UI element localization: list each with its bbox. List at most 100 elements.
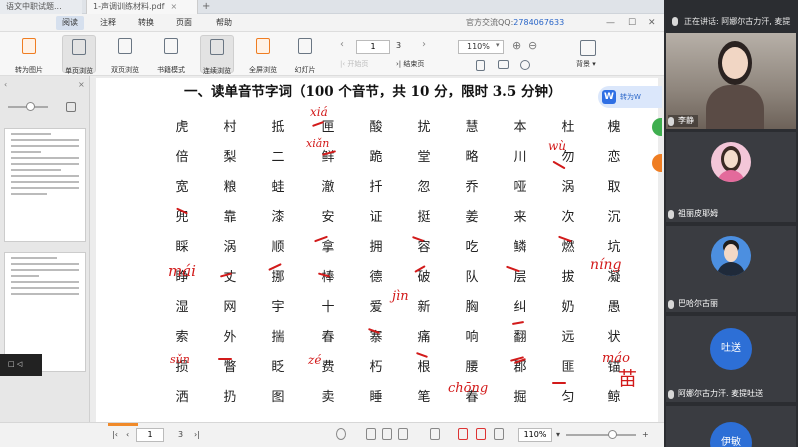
background-icon[interactable] (580, 40, 596, 56)
grid-character: 眨 (271, 360, 285, 375)
grid-character: 队 (465, 270, 479, 285)
tool-label: 单页浏览 (65, 67, 93, 75)
single-page-button[interactable]: 单页浏览 (62, 35, 96, 75)
support-qq-number: 2784067633 (513, 18, 565, 27)
grid-character: 堂 (417, 150, 431, 165)
thumbnail-view-icon[interactable] (66, 102, 76, 112)
participant-tile[interactable]: 吐送 阿娜尔古力汗. 麦提吐送 (666, 316, 796, 402)
double-page-icon (118, 38, 132, 54)
prev-page-icon[interactable]: ‹ (340, 39, 344, 50)
tool-label: 全屏浏览 (249, 66, 277, 74)
end-page-button[interactable]: ›| 结束页 (396, 59, 424, 69)
close-window-icon[interactable]: ✕ (648, 16, 656, 30)
participant-tile[interactable]: 巴哈尔古丽 (666, 226, 796, 312)
continuous-icon (210, 39, 224, 55)
chevron-down-icon[interactable]: ▾ (496, 41, 500, 49)
grid-character: 燃 (561, 240, 575, 255)
zoom-caret-icon[interactable]: ▾ (556, 430, 560, 439)
participant-name-tag: 祖丽皮耶姆 (668, 208, 718, 220)
background-label: 背景 (576, 60, 590, 68)
pdf-export-icon[interactable] (476, 428, 486, 440)
grid-character: 匪 (561, 360, 575, 375)
book-icon[interactable] (398, 428, 408, 440)
menu-convert[interactable]: 转换 (132, 16, 160, 30)
fit-page-icon[interactable] (476, 60, 485, 71)
start-page-button[interactable]: |‹ 开始页 (340, 59, 368, 69)
grid-character: 扦 (369, 180, 383, 195)
grid-character: 胸 (465, 300, 479, 315)
grid-character: 粮 (223, 180, 237, 195)
next-page-icon[interactable]: › (422, 39, 426, 50)
status-page-input[interactable]: 1 (136, 428, 164, 442)
fullscreen-button[interactable]: 全屏浏览 (246, 35, 280, 74)
grid-character: 十 (321, 300, 335, 315)
close-icon[interactable]: × (171, 2, 178, 11)
grid-character: 靠 (223, 210, 237, 225)
first-page-icon[interactable]: |‹ (112, 430, 118, 439)
rotate-icon[interactable] (520, 60, 530, 70)
grid-character: 宽 (175, 180, 189, 195)
grid-character: 倍 (175, 150, 189, 165)
new-tab-icon[interactable]: + (202, 0, 210, 14)
status-zoom[interactable]: 110% (518, 428, 552, 442)
participant-name: 李静 (678, 116, 694, 125)
annotation-pinyin: jìn (392, 289, 409, 304)
menu-annotate[interactable]: 注释 (94, 16, 122, 30)
fit-width-icon[interactable] (498, 60, 509, 69)
zoom-in-icon[interactable]: ⊕ (512, 39, 521, 52)
participant-video-tile[interactable]: 李静 (666, 33, 796, 129)
zoom-out-icon[interactable]: ⊖ (528, 39, 537, 52)
eye-icon[interactable] (336, 428, 346, 440)
grid-character: 愚 (607, 300, 621, 315)
grid-character: 杜 (561, 120, 575, 135)
thumbnail-page-1[interactable] (4, 128, 86, 242)
print-icon[interactable] (494, 428, 504, 440)
pdf-icon[interactable] (458, 428, 468, 440)
slider-knob[interactable] (26, 102, 35, 111)
grid-character: 挺 (417, 210, 431, 225)
floating-green-button[interactable] (652, 118, 662, 136)
convert-to-word-button[interactable]: W 转为W (598, 86, 662, 108)
menu-page[interactable]: 页面 (170, 16, 198, 30)
minimize-icon[interactable]: — (606, 16, 615, 30)
to-image-button[interactable]: 转为图片 (12, 35, 46, 74)
collapse-icon[interactable]: ‹ (4, 80, 7, 89)
double-page-button[interactable]: 双页浏览 (108, 35, 142, 74)
participant-face (722, 47, 748, 79)
grid-character: 拥 (369, 240, 383, 255)
toolbar: 转为图片 单页浏览 双页浏览 书籍模式 连续浏览 全屏浏览 幻灯片 ‹ 1 3 … (0, 32, 664, 76)
zoom-slider[interactable] (566, 434, 636, 436)
avatar (711, 142, 751, 182)
tool-label: 双页浏览 (111, 66, 139, 74)
annotation-pinyin: máo (602, 351, 630, 366)
zoom-slider-knob[interactable] (608, 430, 617, 439)
single-page-icon[interactable] (366, 428, 376, 440)
maximize-icon[interactable]: ☐ (628, 16, 636, 30)
annotation-pinyin: xiá (310, 105, 328, 119)
tab-document-2[interactable]: 1-声调训练材料.pdf × (86, 0, 198, 14)
participant-name: 巴哈尔古丽 (678, 299, 718, 308)
screen-icon[interactable] (430, 428, 440, 440)
grid-character: 朽 (369, 360, 383, 375)
grid-character: 乔 (465, 180, 479, 195)
participant-tile[interactable]: 伊敏 (666, 406, 796, 447)
menu-help[interactable]: 帮助 (210, 16, 238, 30)
tone-mark (218, 358, 232, 360)
annotation-pinyin: wù (548, 139, 566, 153)
double-page-icon[interactable] (382, 428, 392, 440)
page-input[interactable]: 1 (356, 40, 390, 54)
floating-orange-button[interactable] (652, 154, 662, 172)
continuous-button[interactable]: 连续浏览 (200, 35, 234, 75)
participant-name: 祖丽皮耶姆 (678, 209, 718, 218)
prev-page-icon[interactable]: ‹ (126, 430, 129, 439)
grid-character: 拿 (321, 240, 335, 255)
last-page-icon[interactable]: ›| (194, 430, 200, 439)
menu-read[interactable]: 阅读 (56, 16, 84, 30)
slideshow-button[interactable]: 幻灯片 (288, 35, 322, 74)
zoom-plus-icon[interactable]: + (642, 430, 649, 439)
book-mode-button[interactable]: 书籍模式 (154, 35, 188, 74)
close-panel-icon[interactable]: × (78, 80, 85, 89)
tab-document-1[interactable]: 语文中职试题... (0, 0, 82, 14)
participant-tile[interactable]: 祖丽皮耶姆 (666, 132, 796, 222)
background-button[interactable]: 背景 ▾ (576, 59, 596, 69)
